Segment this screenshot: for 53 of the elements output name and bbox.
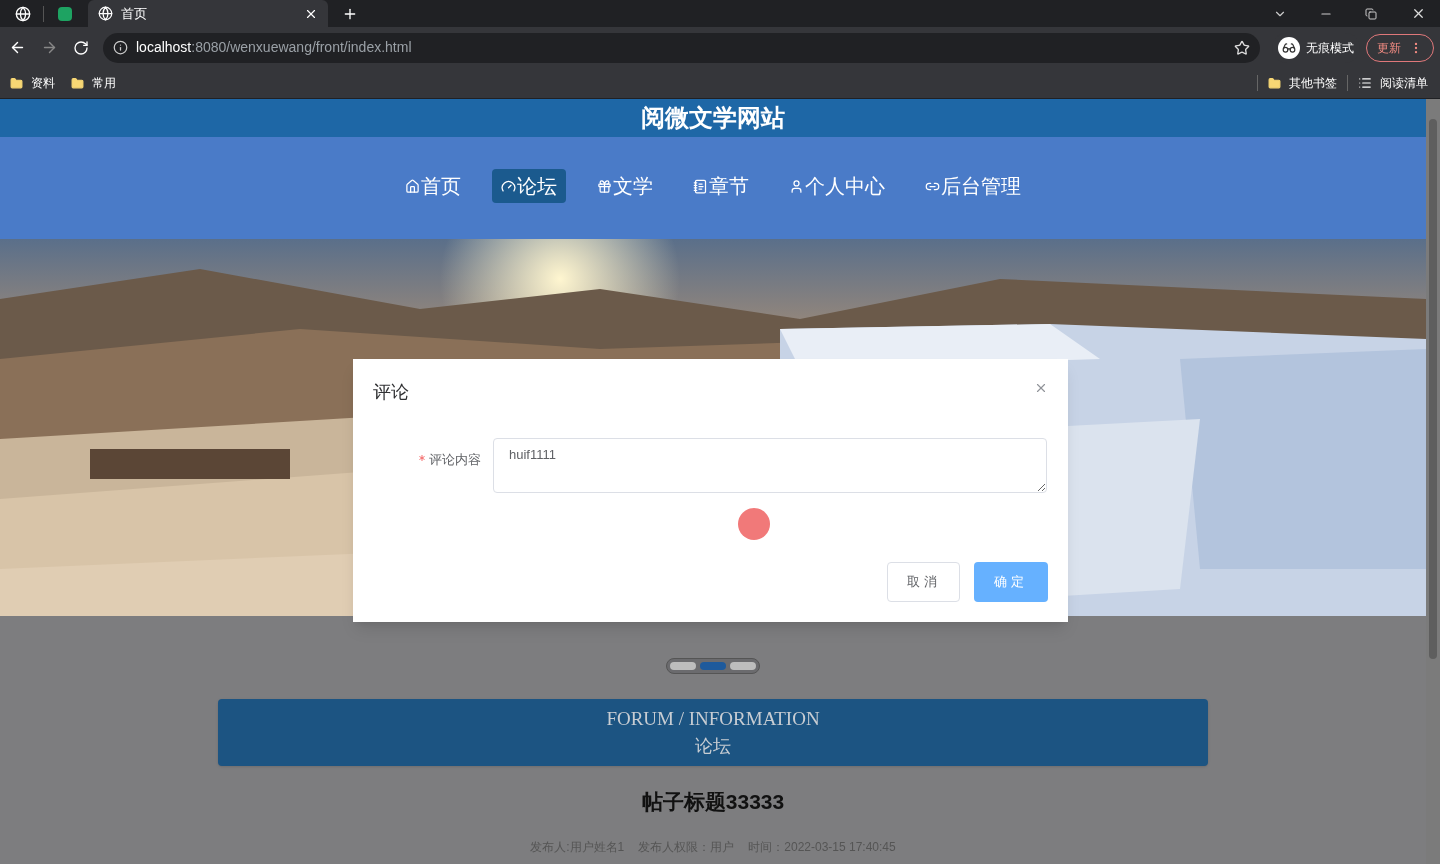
close-icon[interactable]	[1411, 6, 1426, 21]
nav-label: 后台管理	[941, 174, 1021, 199]
comment-textarea[interactable]: huif1111	[493, 438, 1047, 493]
nav-item[interactable]: 首页	[396, 169, 470, 203]
nav-label: 论坛	[517, 174, 557, 199]
nav-item[interactable]: 个人中心	[780, 169, 894, 203]
forward-icon[interactable]	[41, 39, 58, 56]
cancel-button[interactable]: 取消	[887, 562, 960, 602]
section-title: 论坛	[695, 735, 731, 759]
nav-item[interactable]: 论坛	[492, 169, 566, 203]
site-title: 阅微文学网站	[641, 103, 785, 133]
nav-label: 文学	[613, 174, 653, 199]
tab-title: 首页	[121, 4, 148, 23]
gift-icon	[597, 178, 612, 194]
bookmark-label[interactable]: 其他书签	[1289, 74, 1337, 92]
browser-tab[interactable]: 首页	[88, 0, 328, 27]
nav-label: 首页	[421, 174, 461, 199]
bookmark-label: 常用	[92, 75, 116, 92]
bookmark-item[interactable]: 常用	[71, 74, 116, 92]
scrollbar[interactable]	[1426, 99, 1440, 864]
user-icon	[789, 178, 804, 194]
nav-item[interactable]: 文学	[588, 169, 662, 203]
bookmark-star-icon[interactable]	[1234, 39, 1250, 56]
house-icon	[405, 178, 420, 194]
notebook-icon	[693, 178, 708, 194]
nav-label: 个人中心	[805, 174, 885, 199]
gauge-icon	[501, 178, 516, 194]
incognito-icon	[1278, 36, 1300, 59]
info-icon	[113, 40, 128, 55]
globe-icon[interactable]	[15, 5, 31, 22]
cursor-highlight-icon	[738, 508, 770, 540]
bookmark-label: 资料	[31, 75, 55, 92]
reload-icon[interactable]	[73, 39, 89, 56]
url-text: localhost:8080/wenxuewang/front/index.html	[136, 38, 412, 57]
back-icon[interactable]	[9, 39, 26, 56]
bookmark-item[interactable]: 资料	[10, 74, 55, 92]
section-title-en: FORUM / INFORMATION	[606, 706, 820, 731]
field-label: 评论内容	[429, 451, 481, 469]
reading-list-label[interactable]: 阅读清单	[1380, 74, 1428, 92]
globe-icon	[98, 6, 113, 21]
nav-label: 章节	[709, 174, 749, 199]
post-title: 帖子标题33333	[641, 789, 785, 815]
nav-item[interactable]: 后台管理	[916, 169, 1030, 203]
restore-icon[interactable]	[1365, 7, 1377, 20]
nav-item[interactable]: 章节	[684, 169, 758, 203]
folder-icon	[10, 76, 23, 90]
app-icon[interactable]	[58, 6, 72, 21]
list-icon[interactable]	[1358, 76, 1372, 90]
dialog-title: 评论	[373, 381, 409, 404]
folder-icon	[71, 76, 84, 90]
address-bar[interactable]: localhost:8080/wenxuewang/front/index.html	[103, 32, 1260, 63]
folder-icon[interactable]	[1268, 76, 1281, 90]
profile-label: 无痕模式	[1306, 39, 1354, 57]
